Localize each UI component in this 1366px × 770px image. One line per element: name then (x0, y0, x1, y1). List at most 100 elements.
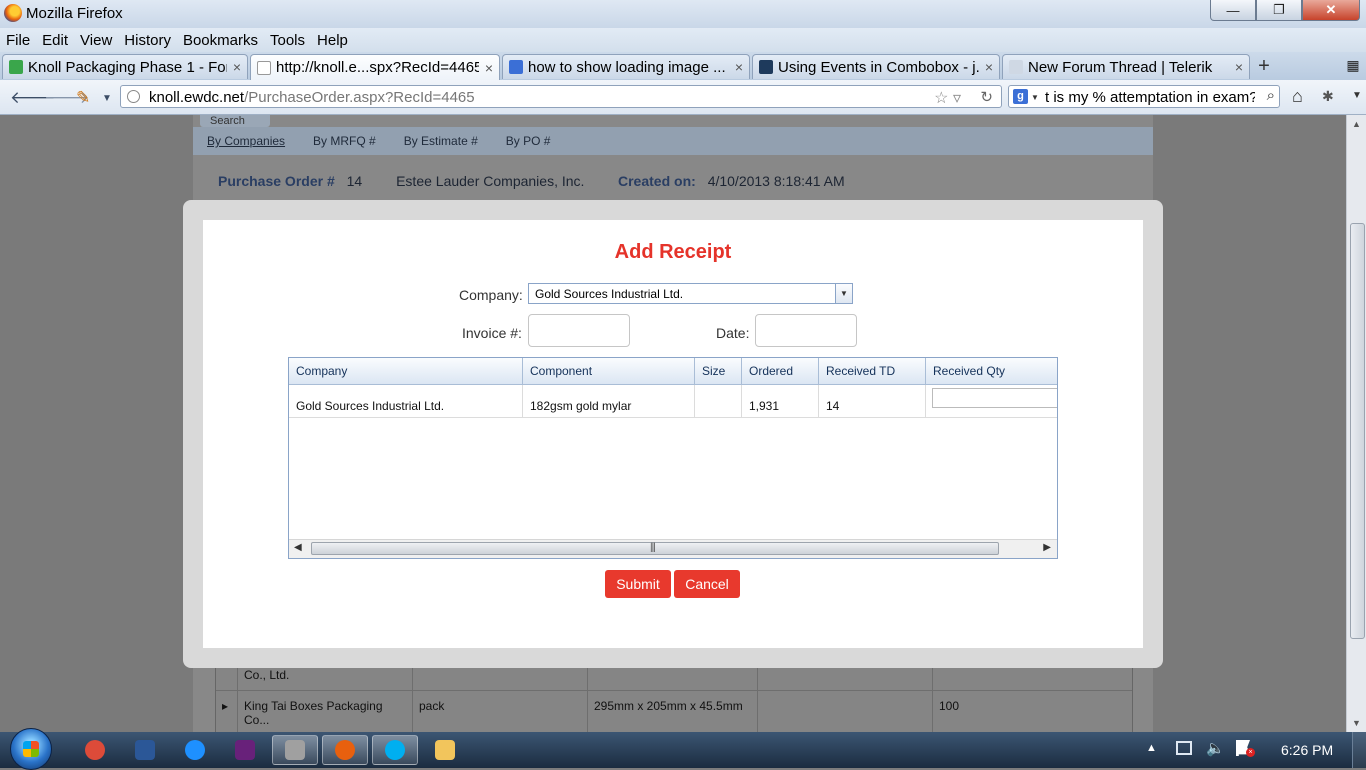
cell-company: Gold Sources Industrial Ltd. (289, 385, 523, 417)
date-label: Date: (716, 325, 750, 341)
tab-close-icon[interactable]: × (985, 59, 993, 75)
network-icon[interactable] (1176, 741, 1192, 755)
tab-close-icon[interactable]: × (233, 59, 241, 75)
page-scrollbar[interactable]: ▲ ▼ (1346, 115, 1366, 732)
home-icon[interactable]: ⌂ (1292, 86, 1303, 107)
visual-studio-icon (235, 740, 255, 760)
dialog-content: Add Receipt Company: Gold Sources Indust… (203, 220, 1143, 648)
toolbar-overflow-icon[interactable]: ▼ (1352, 90, 1362, 101)
history-dropdown-icon[interactable]: ▼ (102, 93, 112, 104)
tab-list-icon[interactable]: ▦ (1344, 57, 1362, 75)
tab-loading-image[interactable]: how to show loading image ... × (502, 54, 750, 79)
column-header-received-td[interactable]: Received TD (819, 358, 926, 384)
company-combobox[interactable]: Gold Sources Industrial Ltd. ▼ (528, 283, 853, 304)
addon-icon[interactable]: ✱ (1322, 88, 1334, 105)
tab-favicon-icon (759, 60, 773, 74)
add-receipt-dialog: Add Receipt Company: Gold Sources Indust… (183, 200, 1163, 668)
column-header-component[interactable]: Component (523, 358, 695, 384)
menu-tools[interactable]: Tools (264, 32, 311, 49)
tab-combobox-events[interactable]: Using Events in Combobox - j... × (752, 54, 1000, 79)
taskbar-tools[interactable] (272, 735, 318, 765)
scroll-down-icon[interactable]: ▼ (1352, 718, 1361, 728)
bg-link-by-estimate: By Estimate # (403, 134, 478, 148)
company-combobox-value: Gold Sources Industrial Ltd. (535, 287, 684, 301)
menu-file[interactable]: File (0, 32, 36, 49)
bg-link-by-companies: By Companies (207, 134, 286, 148)
scroll-right-icon[interactable]: ▶ (1043, 542, 1051, 553)
start-button[interactable] (10, 728, 52, 770)
tab-favicon-icon (257, 60, 271, 75)
tab-close-icon[interactable]: × (735, 59, 743, 75)
received-qty-input[interactable] (932, 388, 1057, 408)
cancel-button[interactable]: Cancel (674, 570, 740, 598)
maximize-button[interactable]: ❐ (1256, 0, 1302, 21)
taskbar-skype[interactable] (372, 735, 418, 765)
new-tab-button[interactable]: + (1252, 55, 1276, 79)
menu-bookmarks[interactable]: Bookmarks (177, 32, 264, 49)
taskbar-firefox[interactable] (322, 735, 368, 765)
taskbar-visual-studio[interactable] (222, 735, 268, 765)
grid-horizontal-scrollbar[interactable]: ◀ ||| ▶ (289, 539, 1057, 558)
date-input[interactable] (755, 314, 857, 347)
volume-icon[interactable]: 🔈 (1206, 739, 1225, 757)
dialog-title: Add Receipt (614, 241, 732, 263)
minimize-button[interactable]: — (1210, 0, 1256, 21)
bg-po-info: Purchase Order # 14 Estee Lauder Compani… (218, 173, 584, 189)
reload-icon[interactable]: ↻ (980, 88, 993, 106)
search-engine-icon[interactable]: g (1013, 89, 1028, 104)
grid-header: Company Component Size Ordered Received … (289, 358, 1057, 385)
column-header-size[interactable]: Size (695, 358, 742, 384)
horizontal-scrollbar-thumb[interactable]: ||| (311, 542, 999, 555)
engine-dropdown-icon[interactable]: ▼ (1031, 93, 1039, 102)
search-bar[interactable]: g ▼ t is my % attemptation in exam? ⌕ (1008, 85, 1280, 108)
bg-link-by-mrfq: By MRFQ # (313, 134, 376, 148)
column-header-company[interactable]: Company (289, 358, 523, 384)
taskbar-clock[interactable]: 6:26 PM (1281, 742, 1333, 758)
search-go-icon[interactable]: ⌕ (1267, 87, 1275, 104)
search-input[interactable]: t is my % attemptation in exam? (1045, 89, 1255, 106)
bg-created-label: Created on: (618, 173, 696, 189)
tab-telerik-forum[interactable]: New Forum Thread | Telerik × (1002, 54, 1250, 79)
taskbar-chrome[interactable] (72, 735, 118, 765)
invoice-input[interactable] (528, 314, 630, 347)
menu-history[interactable]: History (118, 32, 177, 49)
column-header-ordered[interactable]: Ordered (742, 358, 819, 384)
bg-link-by-po: By PO # (505, 134, 551, 148)
tab-label: Knoll Packaging Phase 1 - For... (28, 58, 227, 76)
tab-favicon-icon (509, 60, 523, 74)
menu-view[interactable]: View (74, 32, 118, 49)
firefox-logo-icon (4, 4, 22, 22)
column-header-received-qty[interactable]: Received Qty (926, 358, 1057, 384)
tab-close-icon[interactable]: × (485, 60, 493, 76)
chrome-icon (85, 740, 105, 760)
bookmark-star-icon[interactable]: ☆ ▿ (934, 88, 961, 108)
scroll-up-icon[interactable]: ▲ (1352, 119, 1361, 129)
chevron-down-icon[interactable]: ▼ (835, 284, 852, 303)
bg-cell: 295mm x 205mm x 45.5mm (588, 691, 758, 732)
tab-knoll-forum[interactable]: Knoll Packaging Phase 1 - For... × (2, 54, 248, 79)
url-domain: knoll.ewdc.net (149, 89, 245, 106)
bg-cell: pack (413, 691, 588, 732)
bg-po-company: Estee Lauder Companies, Inc. (396, 173, 585, 189)
menu-edit[interactable]: Edit (36, 32, 74, 49)
taskbar-word[interactable] (122, 735, 168, 765)
taskbar: ▲ 🔈 × 6:26 PM (0, 728, 1366, 770)
taskbar-explorer[interactable] (422, 735, 468, 765)
pencil-icon[interactable]: ✎ (76, 88, 90, 108)
tab-purchase-order[interactable]: http://knoll.e...spx?RecId=4465 × (250, 54, 500, 80)
url-path: /PurchaseOrder.aspx?RecId=4465 (244, 89, 475, 106)
show-desktop-button[interactable] (1352, 732, 1366, 768)
skype-icon (385, 740, 405, 760)
menu-help[interactable]: Help (311, 32, 354, 49)
bg-search-tab: Search (200, 115, 270, 127)
close-window-button[interactable]: ✕ (1302, 0, 1360, 21)
tray-expand-icon[interactable]: ▲ (1146, 742, 1157, 754)
bg-expand-icon: ▸ (216, 691, 238, 732)
table-row: Gold Sources Industrial Ltd. 182gsm gold… (289, 385, 1057, 418)
submit-button[interactable]: Submit (605, 570, 671, 598)
scroll-left-icon[interactable]: ◀ (294, 542, 302, 553)
tab-close-icon[interactable]: × (1235, 59, 1243, 75)
url-bar[interactable]: knoll.ewdc.net/PurchaseOrder.aspx?RecId=… (120, 85, 1002, 108)
taskbar-ie[interactable] (172, 735, 218, 765)
scrollbar-thumb[interactable] (1350, 223, 1365, 639)
